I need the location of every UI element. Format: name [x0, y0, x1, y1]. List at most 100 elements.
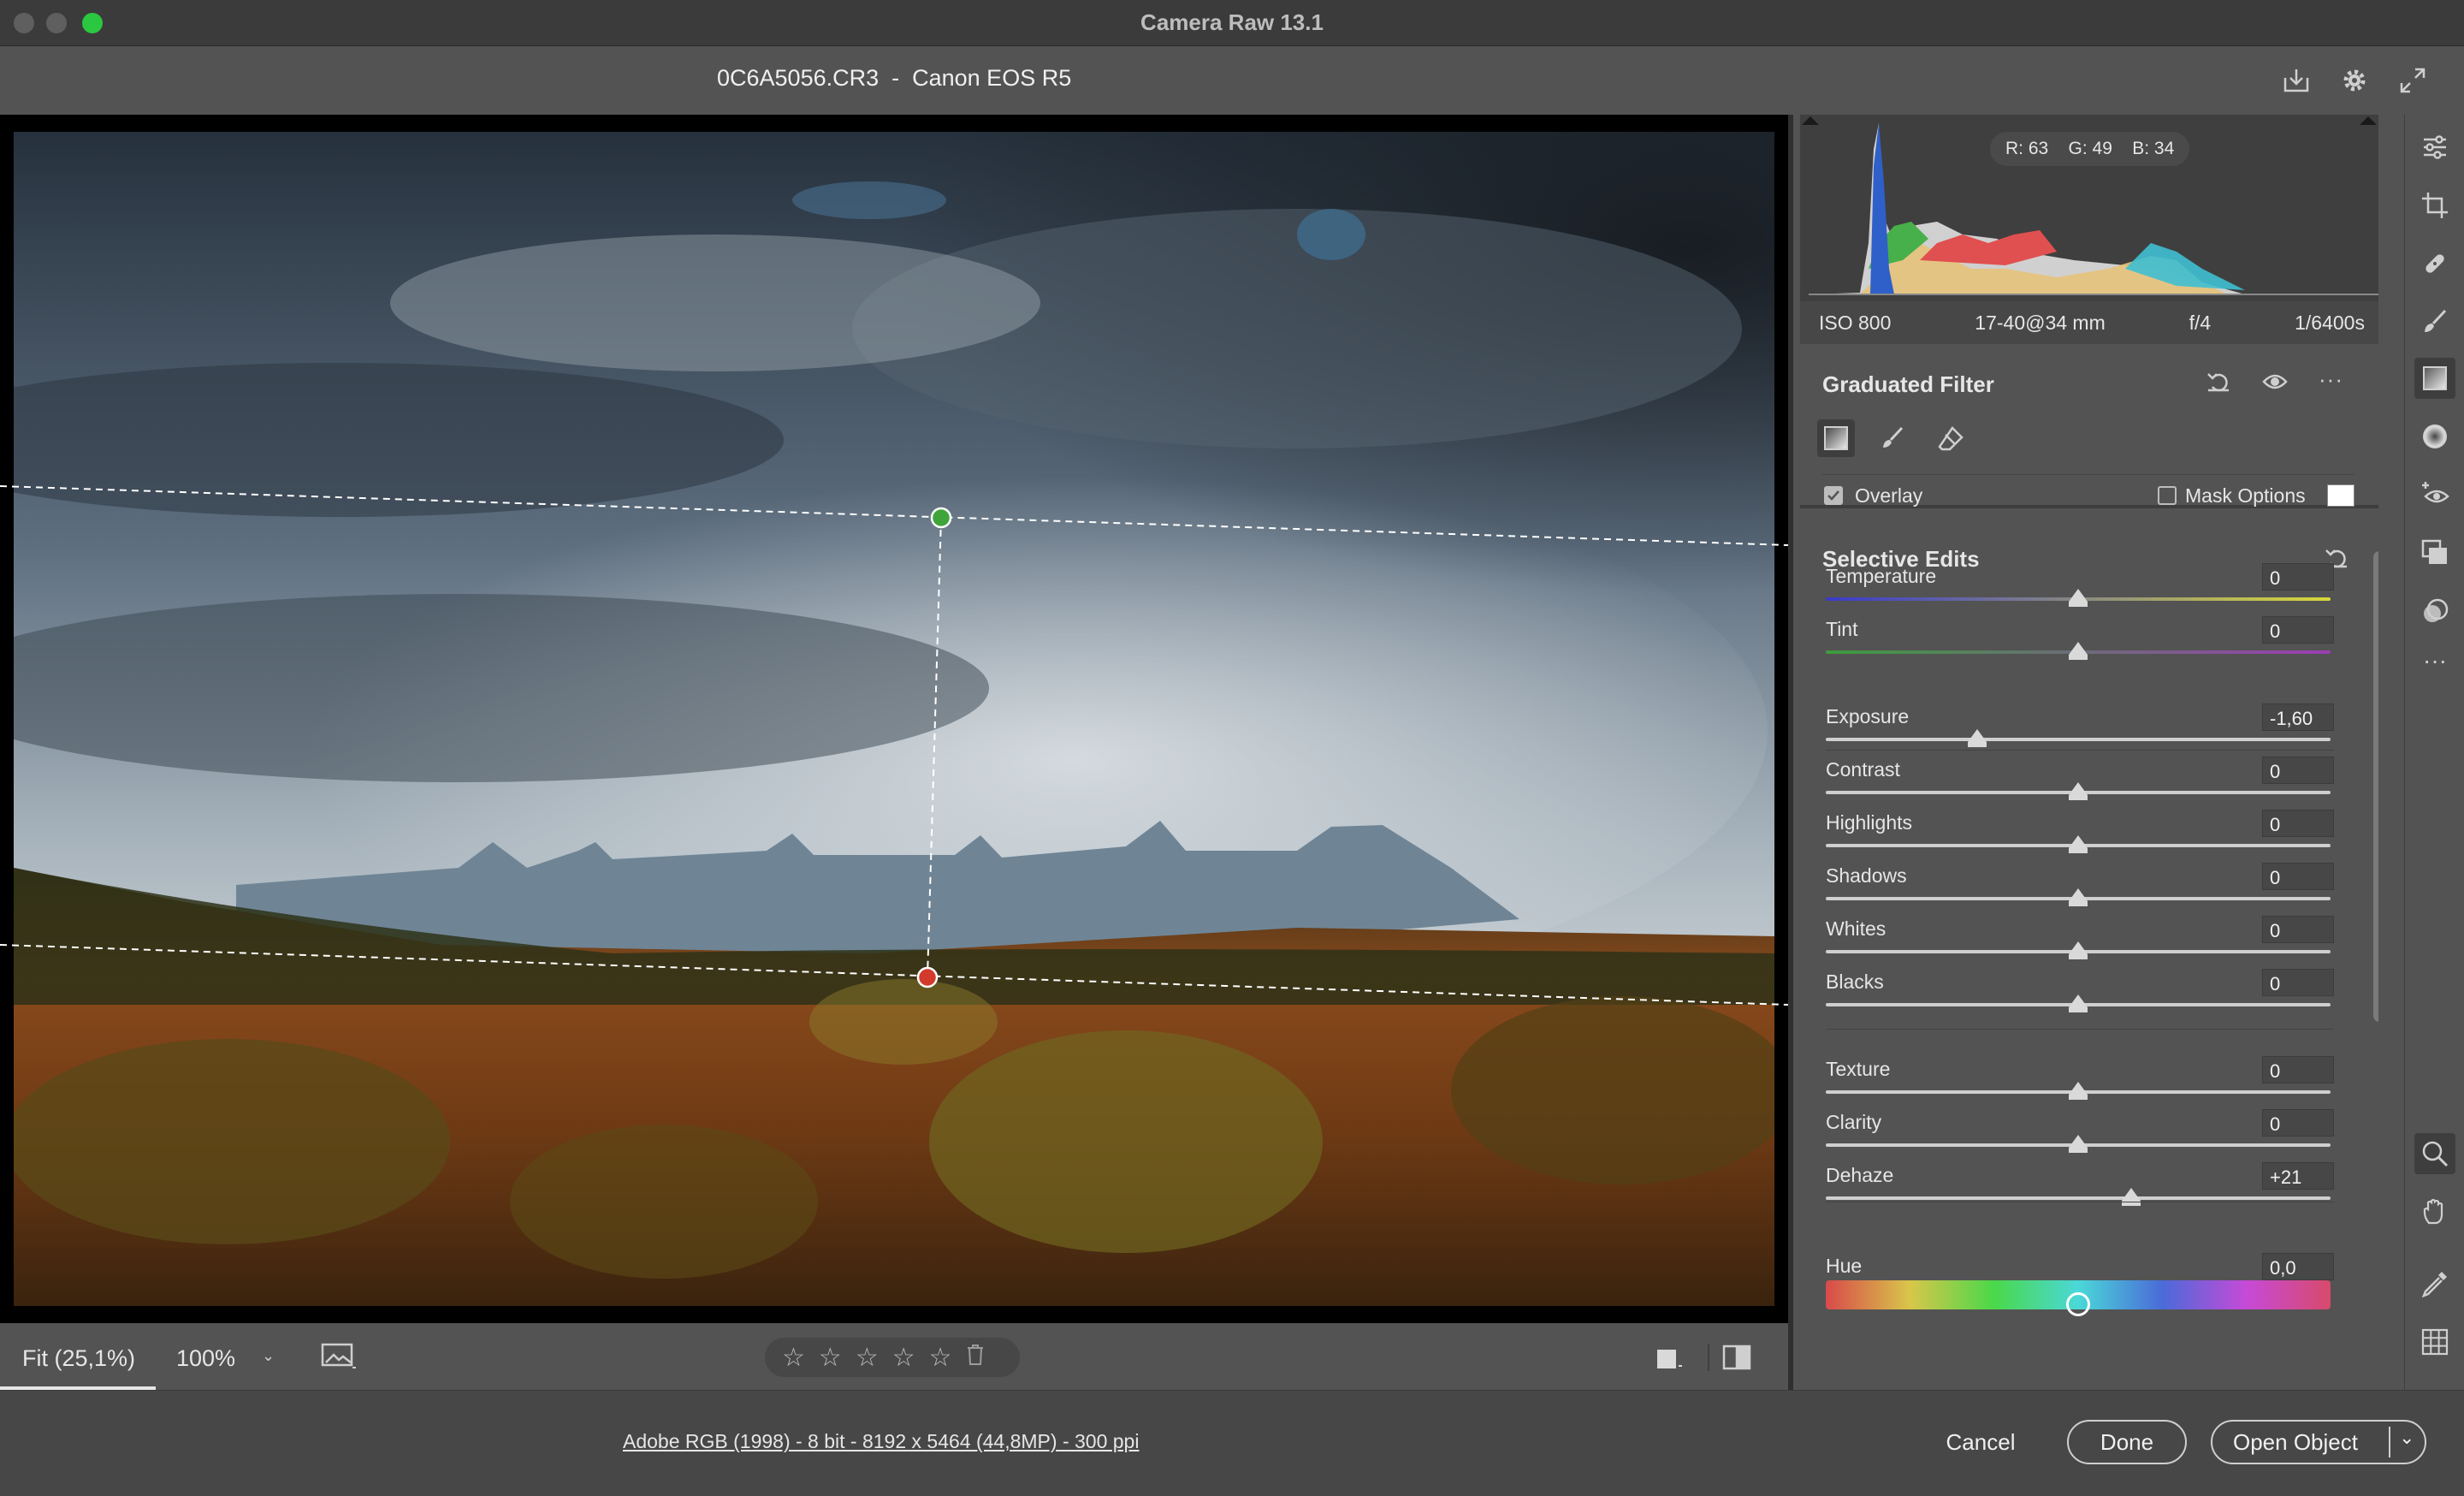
open-object-button[interactable]: Open Object ⌄: [2211, 1420, 2426, 1464]
slider-value-field[interactable]: 0: [2262, 969, 2334, 996]
slider-thumb[interactable]: [2069, 835, 2088, 853]
filter-end-pin[interactable]: [916, 966, 939, 988]
slider-label: Blacks: [1826, 971, 1884, 993]
star-icon[interactable]: ☆: [929, 1343, 952, 1373]
crop-icon[interactable]: [2414, 185, 2455, 226]
reset-filter-icon[interactable]: [2206, 370, 2231, 398]
more-options-icon[interactable]: ···: [2319, 366, 2343, 393]
brush-icon[interactable]: [1874, 419, 1911, 457]
zoom-level-button[interactable]: 100%: [176, 1345, 235, 1372]
canvas-toolbar: Fit (25,1%) 100% ⌄ ☆ ☆ ☆ ☆ ☆: [0, 1323, 1788, 1390]
zoom-icon[interactable]: [2414, 1133, 2455, 1174]
slider-thumb[interactable]: [2069, 782, 2088, 800]
slider-row-clarity: Clarity 0: [1826, 1109, 2334, 1162]
tool-strip: ···: [2404, 115, 2464, 1390]
slider-row-texture: Texture 0: [1826, 1056, 2334, 1109]
radial-filter-icon[interactable]: [2414, 416, 2455, 457]
save-image-icon[interactable]: [2279, 63, 2313, 98]
star-icon[interactable]: ☆: [819, 1343, 842, 1373]
window-title-bar: Camera Raw 13.1: [0, 0, 2464, 46]
slider-row-shadows: Shadows 0: [1826, 863, 2334, 916]
more-tools-icon[interactable]: ···: [2414, 640, 2455, 681]
filter-start-line[interactable]: [0, 485, 1788, 546]
slider-label: Temperature: [1826, 565, 1937, 587]
slider-thumb[interactable]: [2121, 1188, 2141, 1206]
star-icon[interactable]: ☆: [782, 1343, 805, 1373]
slider-value-field[interactable]: 0: [2262, 563, 2334, 591]
slider-thumb[interactable]: [2069, 1082, 2088, 1100]
adjustment-brush-icon[interactable]: [2414, 301, 2455, 342]
mask-color-swatch[interactable]: [2327, 484, 2354, 507]
split-view-icon[interactable]: [1721, 1344, 1752, 1375]
slider-value-field[interactable]: -1,60: [2262, 703, 2334, 731]
workflow-options-link[interactable]: Adobe RGB (1998) - 8 bit - 8192 x 5464 (…: [623, 1430, 1139, 1453]
divider: [1822, 474, 2354, 475]
shutter-value: 1/6400s: [2295, 311, 2365, 334]
slider-thumb[interactable]: [1968, 729, 1987, 747]
fullscreen-icon[interactable]: [2396, 63, 2430, 98]
red-eye-icon[interactable]: [2414, 474, 2455, 515]
trash-icon[interactable]: [966, 1344, 985, 1372]
snapshots-icon[interactable]: [2414, 532, 2455, 573]
star-icon[interactable]: ☆: [892, 1343, 915, 1373]
slider-value-field[interactable]: 0,0: [2262, 1253, 2334, 1280]
slider-thumb[interactable]: [2069, 994, 2088, 1012]
slider-thumb[interactable]: [2069, 589, 2088, 607]
white-balance-eyedropper-icon[interactable]: [2414, 1263, 2455, 1304]
lens-value: 17-40@34 mm: [1975, 311, 2106, 334]
slider-track[interactable]: [1826, 738, 2331, 741]
slider-value-field[interactable]: 0: [2262, 616, 2334, 644]
grid-overlay-icon[interactable]: [2414, 1321, 2455, 1362]
slider-row-temperature: Temperature 0: [1826, 563, 2334, 616]
mask-options-checkbox[interactable]: [2158, 486, 2177, 505]
slider-value-field[interactable]: 0: [2262, 1056, 2334, 1083]
image-canvas[interactable]: [0, 115, 1788, 1323]
slider-thumb[interactable]: [2069, 941, 2088, 959]
slider-thumb[interactable]: [2069, 1135, 2088, 1153]
before-after-view-icon[interactable]: [1655, 1345, 1684, 1375]
slider-row-dehaze: Dehaze +21: [1826, 1162, 2334, 1215]
slider-track[interactable]: [1826, 1196, 2331, 1200]
panel-scrollbar[interactable]: [2373, 551, 2378, 1022]
graduated-filter-icon[interactable]: [2414, 358, 2455, 399]
zoom-fit-button[interactable]: Fit (25,1%): [0, 1323, 156, 1390]
file-header: 0C6A5056.CR3 - Canon EOS R5: [0, 46, 2464, 115]
slider-label: Exposure: [1826, 705, 1910, 727]
graduated-filter-overlay[interactable]: [0, 115, 1788, 1323]
star-icon[interactable]: ☆: [856, 1343, 879, 1373]
preview-preferences-icon[interactable]: [320, 1342, 358, 1375]
slider-value-field[interactable]: 0: [2262, 863, 2334, 890]
rgb-readout: R: 63 G: 49 B: 34: [1990, 132, 2190, 166]
gradient-tool-icon[interactable]: [1817, 419, 1855, 457]
eraser-icon[interactable]: [1932, 419, 1969, 457]
presets-icon[interactable]: [2414, 591, 2455, 632]
slider-value-field[interactable]: 0: [2262, 916, 2334, 943]
edit-sliders-icon[interactable]: [2414, 127, 2455, 168]
overlay-checkbox[interactable]: [1824, 486, 1843, 505]
slider-value-field[interactable]: 0: [2262, 757, 2334, 784]
star-rating[interactable]: ☆ ☆ ☆ ☆ ☆: [765, 1338, 1020, 1377]
healing-icon[interactable]: [2414, 243, 2455, 284]
slider-label: Shadows: [1826, 864, 1907, 887]
eye-icon[interactable]: [2262, 371, 2288, 396]
slider-label: Tint: [1826, 618, 1858, 640]
slider-value-field[interactable]: +21: [2262, 1162, 2334, 1190]
gear-icon[interactable]: [2337, 63, 2372, 98]
chevron-down-icon[interactable]: ⌄: [262, 1347, 275, 1365]
slider-row-whites: Whites 0: [1826, 916, 2334, 969]
slider-thumb[interactable]: [2069, 888, 2088, 906]
filter-start-pin[interactable]: [930, 507, 952, 529]
slider-value-field[interactable]: 0: [2262, 1109, 2334, 1137]
done-button[interactable]: Done: [2067, 1420, 2187, 1464]
iso-value: ISO 800: [1819, 311, 1892, 334]
filter-end-line[interactable]: [0, 944, 1788, 1006]
hand-icon[interactable]: [2414, 1191, 2455, 1232]
slider-thumb[interactable]: [2066, 1292, 2090, 1316]
slider-thumb[interactable]: [2069, 642, 2088, 660]
chevron-down-icon[interactable]: ⌄: [2399, 1427, 2414, 1449]
slider-row-highlights: Highlights 0: [1826, 810, 2334, 863]
window-title: Camera Raw 13.1: [1140, 9, 1324, 35]
slider-label: Highlights: [1826, 811, 1912, 834]
slider-value-field[interactable]: 0: [2262, 810, 2334, 837]
cancel-button[interactable]: Cancel: [1913, 1420, 2048, 1464]
